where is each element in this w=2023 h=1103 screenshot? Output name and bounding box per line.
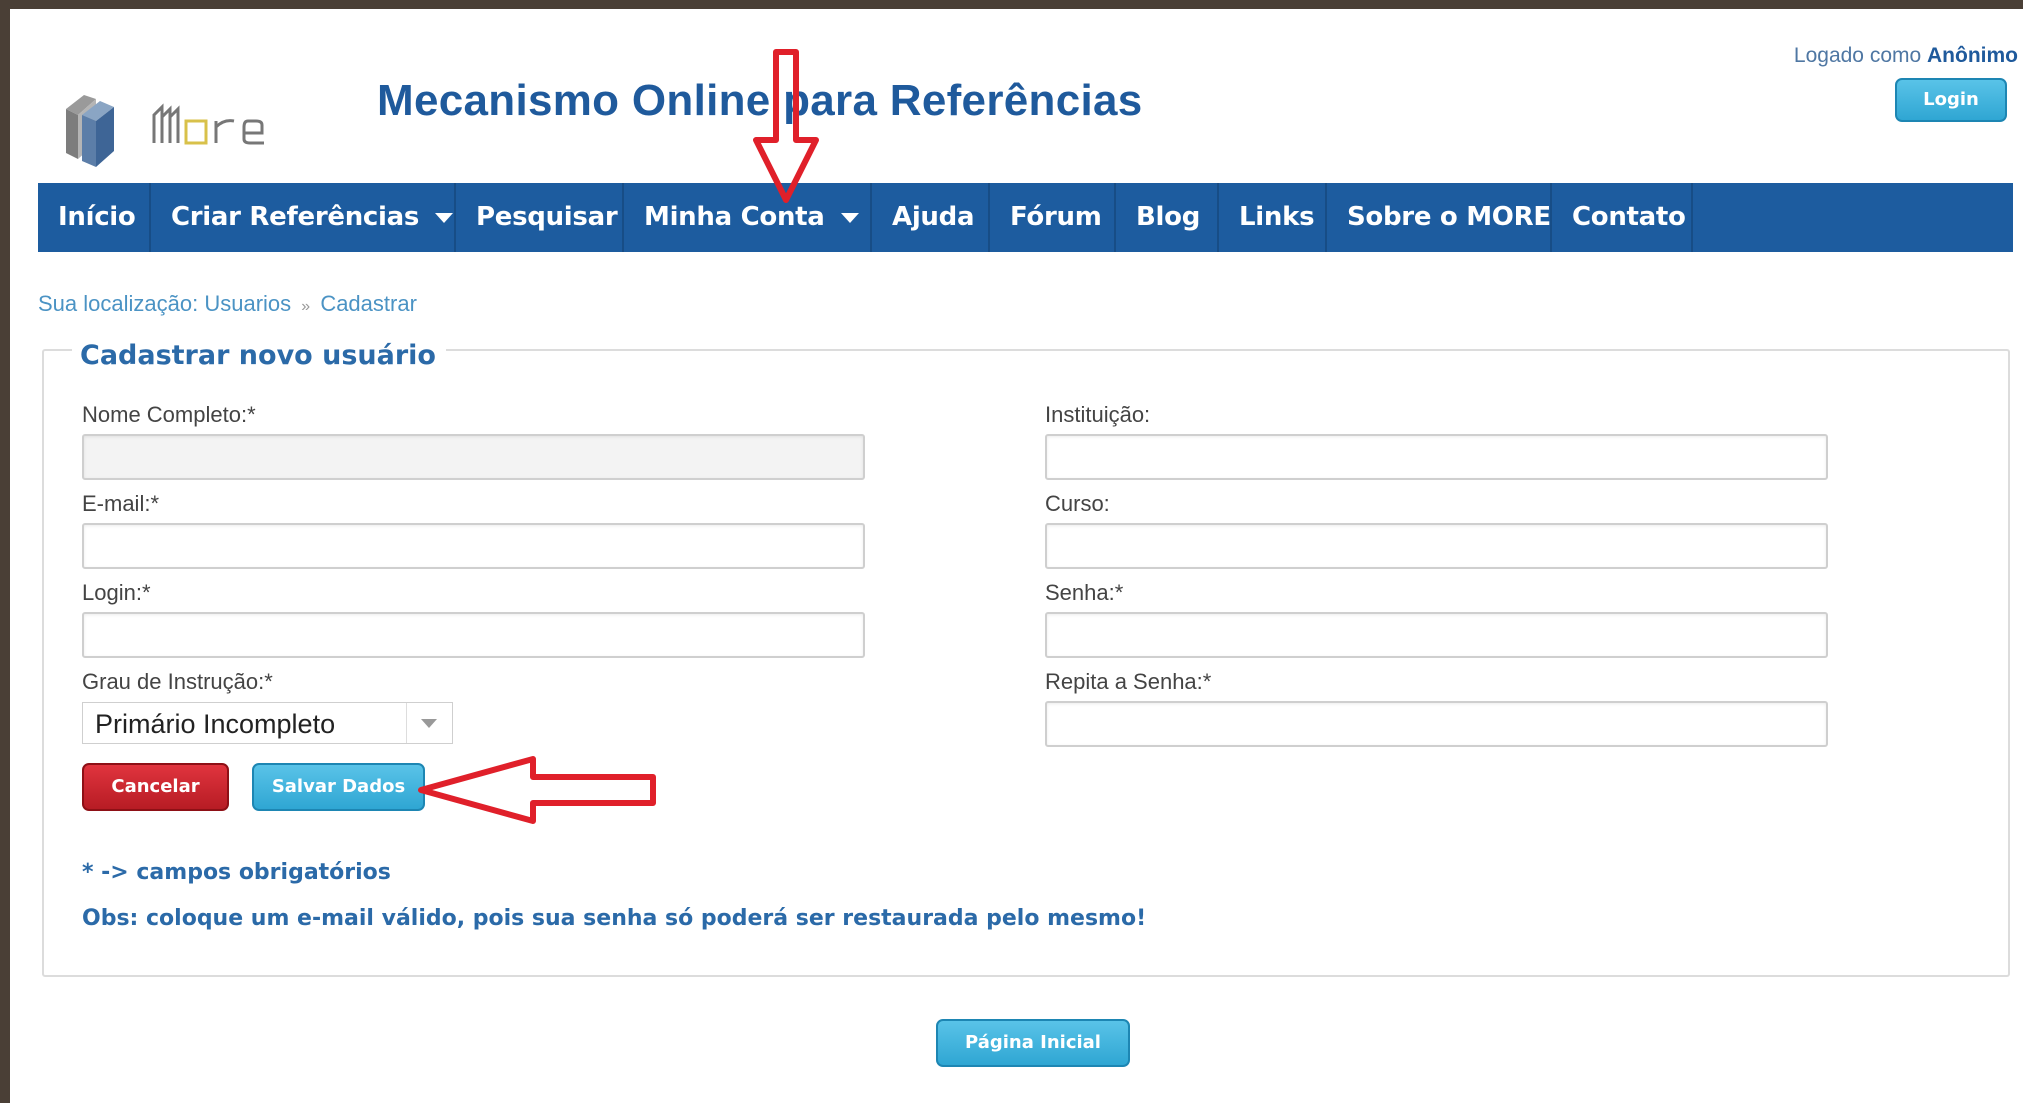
chevron-down-icon — [840, 212, 859, 223]
grau-selected-value: Primário Incompleto — [95, 709, 336, 739]
repita-senha-label: Repita a Senha:* — [1045, 669, 1212, 694]
nav-pesquisar[interactable]: Pesquisar — [456, 183, 624, 252]
logged-user: Anônimo — [1927, 44, 2018, 67]
cancel-button[interactable]: Cancelar — [82, 763, 229, 811]
nav-links[interactable]: Links — [1219, 183, 1327, 252]
nome-input[interactable] — [82, 434, 865, 480]
senha-input[interactable] — [1045, 612, 1828, 658]
grau-select[interactable]: Primário Incompleto — [82, 702, 453, 744]
grau-label: Grau de Instrução:* — [82, 669, 273, 694]
required-note: * -> campos obrigatórios — [82, 860, 391, 885]
logo-wordmark — [152, 103, 264, 145]
login-label: Login:* — [82, 580, 151, 605]
repita-senha-input[interactable] — [1045, 701, 1828, 747]
obs-note: Obs: coloque um e-mail válido, pois sua … — [82, 906, 1147, 931]
curso-input[interactable] — [1045, 523, 1828, 569]
nav-blog[interactable]: Blog — [1116, 183, 1219, 252]
breadcrumb-usuarios[interactable]: Usuarios — [204, 291, 291, 316]
books-icon — [66, 95, 114, 167]
nome-label: Nome Completo:* — [82, 402, 256, 427]
nav-contato[interactable]: Contato — [1552, 183, 1693, 252]
email-input[interactable] — [82, 523, 865, 569]
chevron-down-icon — [435, 212, 454, 223]
main-nav: Início Criar Referências Pesquisar Minha… — [38, 183, 2013, 252]
home-button[interactable]: Página Inicial — [936, 1019, 1130, 1067]
login-input[interactable] — [82, 612, 865, 658]
nav-sobre[interactable]: Sobre o MORE — [1327, 183, 1552, 252]
form-legend: Cadastrar novo usuário — [72, 340, 446, 371]
nav-criar-referencias[interactable]: Criar Referências — [151, 183, 456, 252]
instituicao-input[interactable] — [1045, 434, 1828, 480]
breadcrumb-cadastrar[interactable]: Cadastrar — [320, 291, 417, 316]
site-title: Mecanismo Online para Referências — [377, 76, 1143, 125]
more-logo — [66, 95, 264, 167]
breadcrumb: Sua localização: Usuarios » Cadastrar — [38, 291, 417, 316]
save-button[interactable]: Salvar Dados — [252, 763, 425, 811]
logged-as-text: Logado como Anônimo — [1793, 44, 2018, 67]
nav-forum[interactable]: Fórum — [990, 183, 1116, 252]
senha-label: Senha:* — [1045, 580, 1124, 605]
dropdown-arrow — [406, 703, 452, 743]
instituicao-label: Instituição: — [1045, 402, 1151, 427]
nav-minha-conta[interactable]: Minha Conta — [624, 183, 872, 252]
nav-ajuda[interactable]: Ajuda — [872, 183, 990, 252]
email-label: E-mail:* — [82, 491, 160, 516]
login-button[interactable]: Login — [1895, 78, 2007, 122]
chevron-down-icon — [421, 719, 437, 728]
curso-label: Curso: — [1045, 491, 1110, 516]
nav-inicio[interactable]: Início — [38, 183, 151, 252]
